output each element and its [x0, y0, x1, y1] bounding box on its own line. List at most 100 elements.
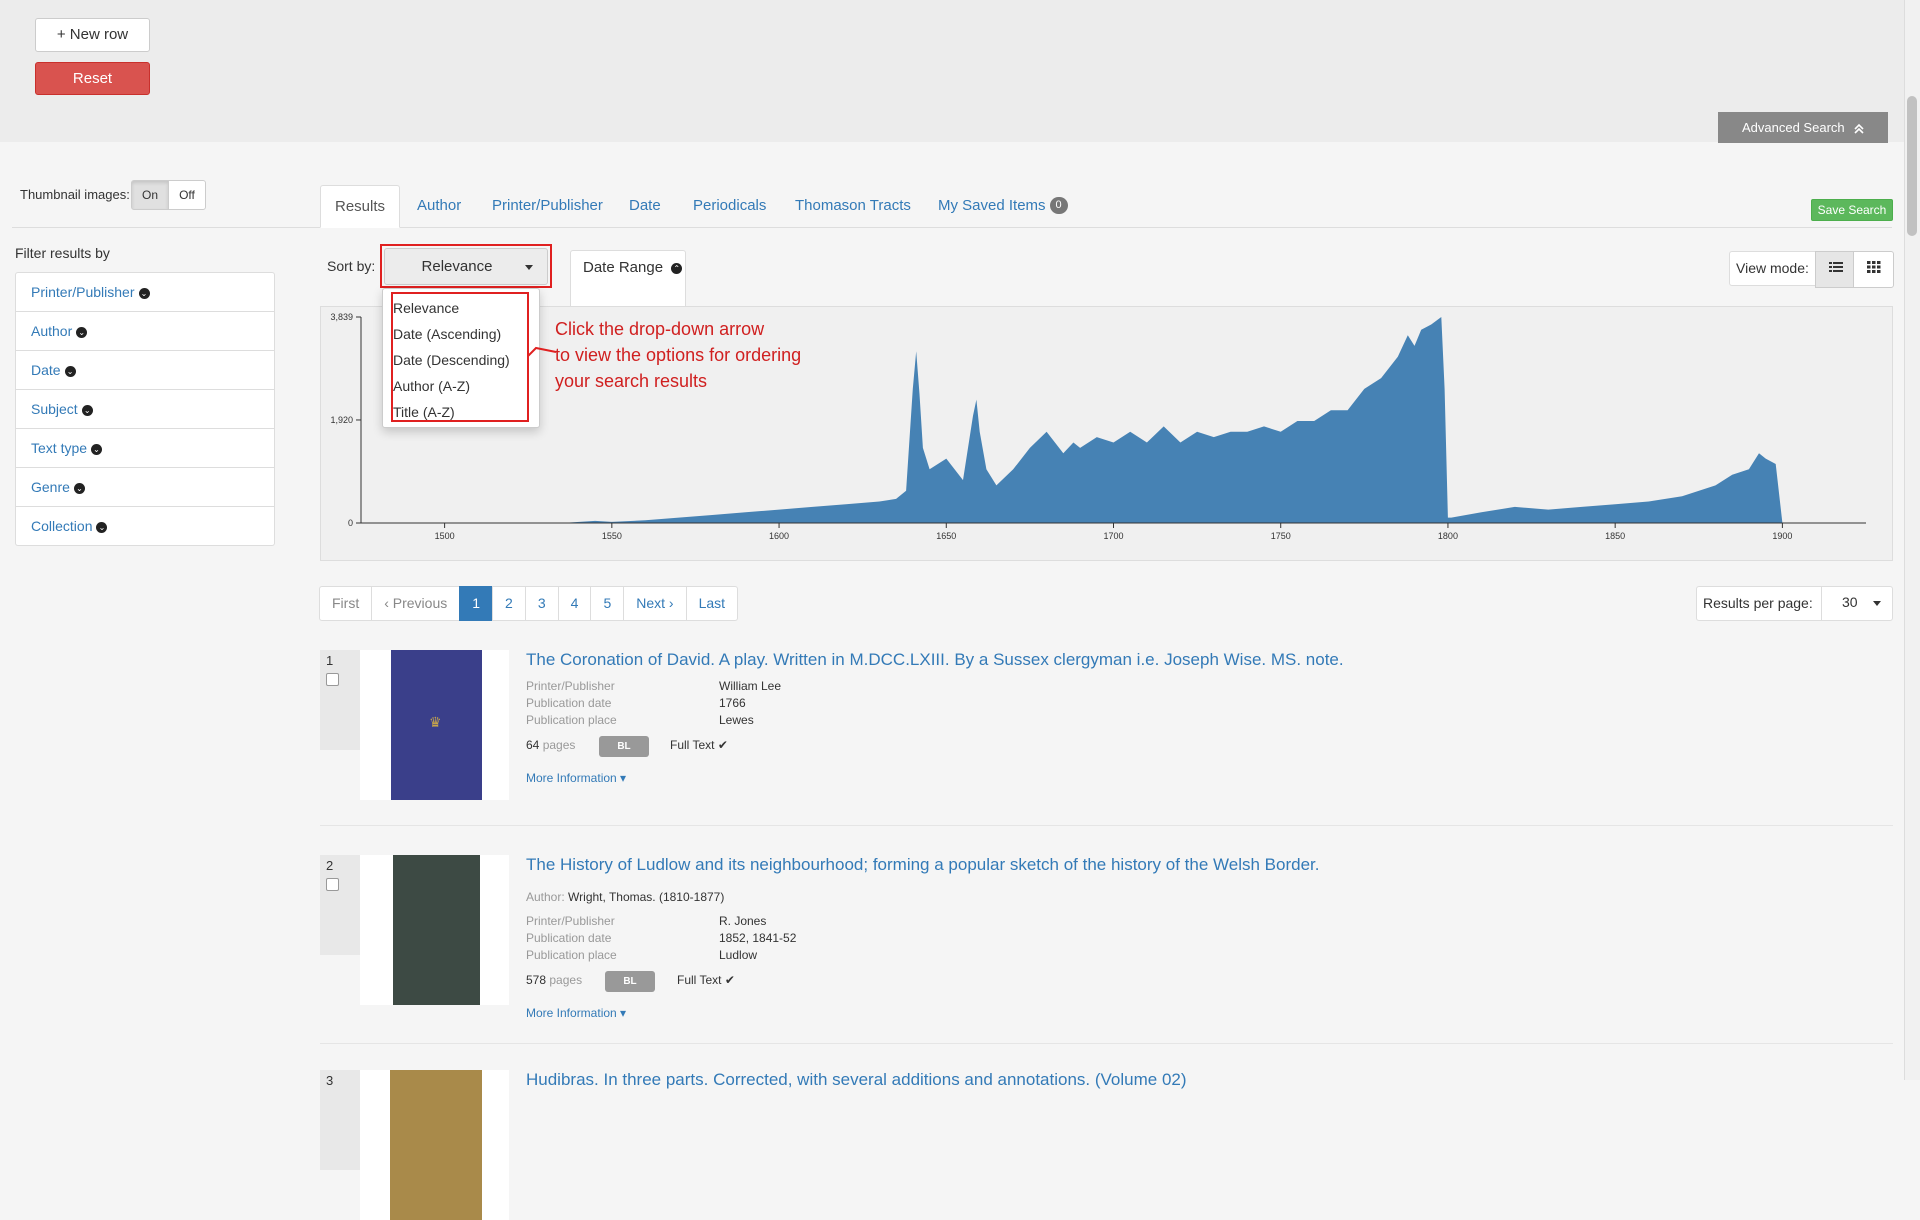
advanced-search-toggle[interactable]: Advanced Search: [1718, 112, 1888, 143]
field-value: William Lee: [719, 679, 782, 693]
result-item: 3 Hudibras. In three parts. Corrected, w…: [320, 1070, 1893, 1220]
page-first[interactable]: First: [319, 586, 373, 621]
book-cover-image: ♛: [391, 650, 482, 800]
new-row-button[interactable]: + New row: [35, 18, 150, 52]
chevron-down-circle-icon: ⌄: [91, 443, 103, 455]
book-cover-image: [390, 1070, 482, 1220]
thumbnail-on-button[interactable]: On: [131, 180, 169, 210]
field-label: Printer/Publisher: [526, 679, 615, 693]
results-per-page-control: Results per page: 30: [1696, 586, 1893, 621]
result-number: 1: [326, 653, 334, 668]
page-5[interactable]: 5: [590, 586, 625, 621]
chart-x-tick-label: 1750: [1271, 531, 1291, 541]
filter-label: Subject: [31, 401, 78, 417]
result-author: Author: Wright, Thomas. (1810-1877): [526, 889, 724, 906]
page-last[interactable]: Last: [685, 586, 739, 621]
tab-periodicals[interactable]: Periodicals: [679, 185, 780, 227]
filter-collection[interactable]: Collection ⌄: [15, 507, 275, 546]
author-label: Author:: [526, 890, 565, 904]
filter-text-type[interactable]: Text type ⌄: [15, 429, 275, 468]
sort-by-label: Sort by:: [327, 258, 376, 274]
caret-down-icon: ▾: [620, 1006, 627, 1020]
more-information-link[interactable]: More Information ▾: [526, 1006, 626, 1020]
filter-label: Author: [31, 323, 73, 339]
grid-view-button[interactable]: [1853, 251, 1894, 288]
result-thumbnail[interactable]: [360, 855, 509, 1005]
filter-list: Printer/Publisher ⌄ Author ⌄ Date ⌄ Subject…: [15, 272, 275, 546]
chevron-down-circle-icon: ⌄: [76, 326, 88, 338]
filter-label: Printer/Publisher: [31, 284, 135, 300]
more-information-link[interactable]: More Information ▾: [526, 771, 626, 785]
page-1[interactable]: 1: [459, 586, 494, 621]
more-information-label: More Information: [526, 1006, 617, 1020]
view-mode-control: View mode:: [1729, 251, 1894, 288]
filter-subject[interactable]: Subject ⌄: [15, 390, 275, 429]
book-cover-image: [393, 855, 480, 1005]
result-item: 1 ♛ The Coronation of David. A play. Wri…: [320, 650, 1893, 826]
tab-author[interactable]: Author: [403, 185, 475, 227]
page-4[interactable]: 4: [557, 586, 592, 621]
result-title-link[interactable]: The Coronation of David. A play. Written…: [526, 650, 1344, 670]
saved-items-count-badge: 0: [1049, 196, 1068, 214]
page-3[interactable]: 3: [524, 586, 559, 621]
field-label: Printer/Publisher: [526, 914, 615, 928]
filter-printer-publisher[interactable]: Printer/Publisher ⌄: [15, 272, 275, 312]
tab-my-saved-items[interactable]: My Saved Items 0: [924, 185, 1082, 227]
thumbnail-images-label: Thumbnail images:: [20, 187, 130, 202]
annotation-line: to view the options for ordering: [555, 345, 802, 365]
full-text-indicator: Full Text ✔: [677, 973, 735, 987]
result-field: Publication place Ludlow: [526, 947, 757, 964]
tab-date[interactable]: Date: [615, 185, 675, 227]
page-count-number: 64: [526, 738, 540, 752]
chart-x-tick-label: 1600: [769, 531, 789, 541]
sort-highlight-box: [380, 244, 552, 288]
filter-results-title: Filter results by: [15, 245, 110, 261]
select-result-checkbox[interactable]: [326, 878, 339, 891]
save-search-button[interactable]: Save Search: [1811, 199, 1893, 221]
field-value: 1852, 1841-52: [719, 931, 797, 945]
page-next[interactable]: Next ›: [623, 586, 687, 621]
full-text-indicator: Full Text ✔: [670, 738, 728, 752]
chevron-down-circle-icon: ⌄: [73, 482, 85, 494]
list-view-button[interactable]: [1815, 251, 1856, 288]
result-thumbnail[interactable]: [360, 1070, 509, 1220]
field-label: Publication place: [526, 948, 617, 962]
field-value: Lewes: [719, 713, 754, 727]
filter-label: Text type: [31, 440, 88, 456]
tab-thomason-tracts[interactable]: Thomason Tracts: [781, 185, 925, 227]
result-item: 2 The History of Ludlow and its neighbou…: [320, 855, 1893, 1044]
thumbnail-off-button[interactable]: Off: [168, 180, 206, 210]
page-2[interactable]: 2: [492, 586, 526, 621]
scrollbar-thumb[interactable]: [1907, 96, 1917, 236]
chart-y-tick-label: 0: [348, 518, 353, 528]
page-count: 64 pages: [526, 738, 575, 752]
page-count: 578 pages: [526, 973, 582, 987]
result-thumbnail[interactable]: ♛: [360, 650, 509, 800]
chart-x-tick-label: 1850: [1605, 531, 1625, 541]
chart-x-tick-label: 1800: [1438, 531, 1458, 541]
reset-button[interactable]: Reset: [35, 62, 150, 95]
date-range-tab[interactable]: Date Range ⌃: [570, 250, 686, 306]
result-divider: [320, 825, 1893, 826]
annotation-line: your search results: [555, 371, 708, 391]
chart-x-tick-label: 1700: [1103, 531, 1123, 541]
chevron-down-circle-icon: ⌄: [138, 287, 150, 299]
field-value: Ludlow: [719, 948, 758, 962]
chevron-down-circle-icon: ⌄: [64, 365, 76, 377]
filter-genre[interactable]: Genre ⌄: [15, 468, 275, 507]
filter-author[interactable]: Author ⌄: [15, 312, 275, 351]
tab-printer-publisher[interactable]: Printer/Publisher: [478, 185, 617, 227]
result-number: 2: [326, 858, 334, 873]
select-result-checkbox[interactable]: [326, 673, 339, 686]
result-title-link[interactable]: Hudibras. In three parts. Corrected, wit…: [526, 1070, 1187, 1090]
result-field: Printer/Publisher R. Jones: [526, 913, 766, 930]
page-previous[interactable]: ‹ Previous: [371, 586, 461, 621]
results-per-page-select[interactable]: 30: [1821, 586, 1893, 621]
result-title-link[interactable]: The History of Ludlow and its neighbourh…: [526, 855, 1319, 875]
filter-date[interactable]: Date ⌄: [15, 351, 275, 390]
tab-results[interactable]: Results: [320, 185, 401, 228]
result-number-column: 2: [320, 855, 360, 955]
chart-x-tick-label: 1650: [936, 531, 956, 541]
chart-y-tick-label: 1,920: [330, 415, 353, 425]
result-number: 3: [326, 1073, 334, 1088]
